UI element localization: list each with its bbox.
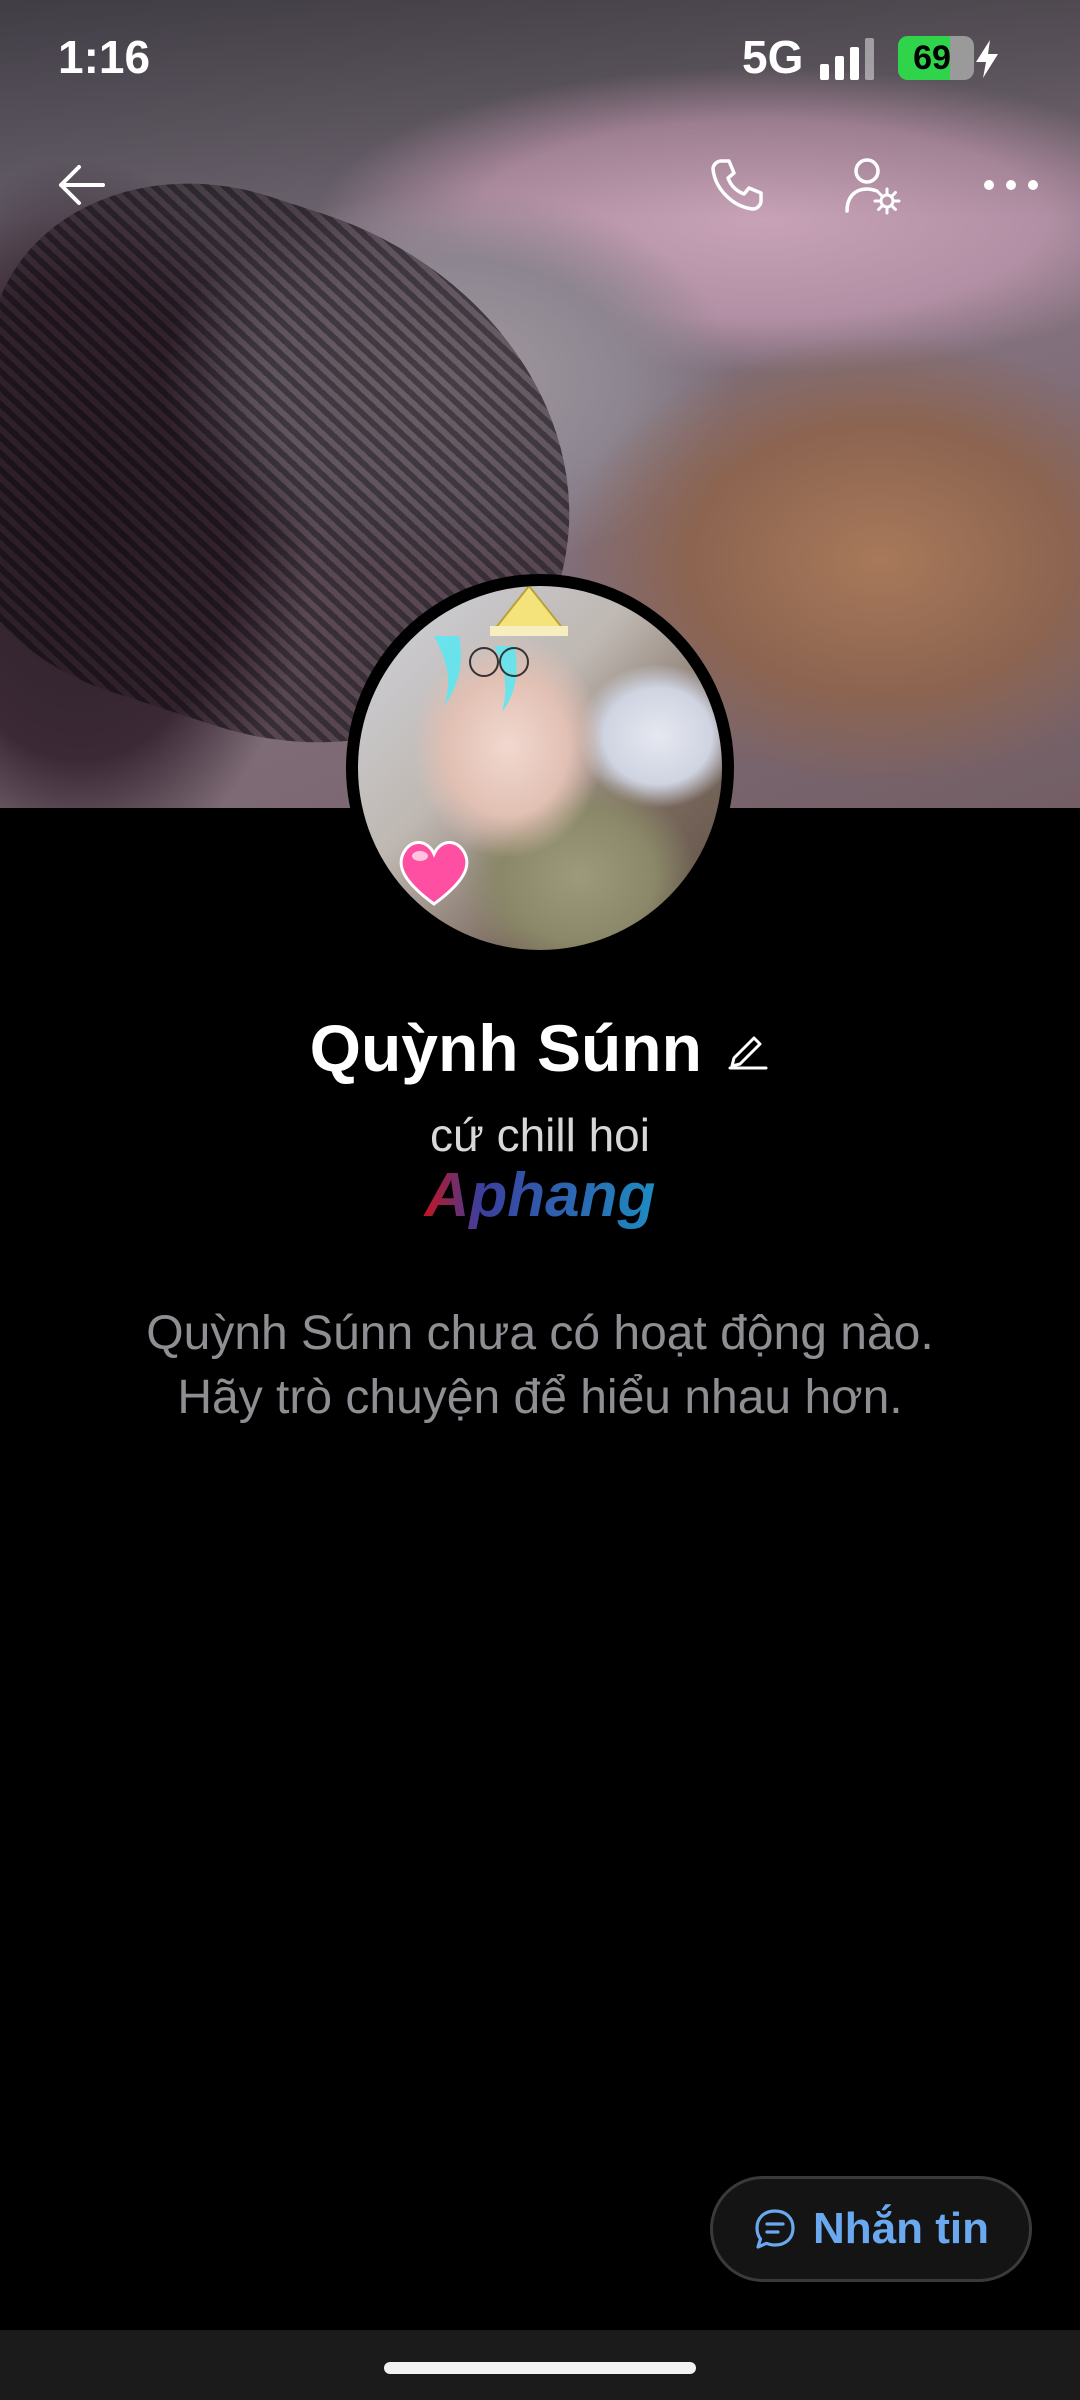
phone-icon [711, 159, 763, 211]
profile-top-bar [0, 140, 1080, 240]
empty-message-line-2: Hãy trò chuyện để hiểu nhau hơn. [177, 1371, 903, 1424]
profile-avatar[interactable] [346, 574, 734, 962]
arrow-left-icon [59, 165, 105, 205]
edit-pencil-icon[interactable] [726, 1026, 770, 1070]
system-navigation-bar [0, 2330, 1080, 2400]
profile-name-row: Quỳnh Súnn [0, 1010, 1080, 1090]
send-message-button[interactable]: Nhắn tin [710, 2176, 1032, 2282]
profile-settings-button[interactable] [828, 140, 918, 230]
user-gear-icon [845, 158, 901, 215]
charging-bolt-icon [976, 40, 998, 78]
more-dots-icon [984, 180, 1038, 190]
status-time: 1:16 [58, 31, 151, 83]
home-indicator[interactable] [384, 2362, 696, 2374]
watermark-logo: Aphang [423, 1161, 656, 1230]
avatar-photo [358, 586, 722, 950]
heart-sticker-icon [399, 841, 469, 906]
back-button[interactable] [36, 140, 126, 230]
more-options-button[interactable] [966, 140, 1056, 230]
empty-activity-message: Quỳnh Súnn chưa có hoạt động nào. Hãy tr… [0, 1302, 1080, 1430]
battery-percent: 69 [913, 39, 951, 77]
signal-strength-icon [820, 38, 878, 80]
battery-icon: 69 [898, 36, 974, 80]
profile-name: Quỳnh Súnn [309, 1011, 702, 1085]
chat-bubble-icon [755, 2209, 795, 2249]
network-type: 5G [742, 31, 804, 83]
watermark-text: Aphang [423, 1161, 656, 1230]
empty-message-line-1: Quỳnh Súnn chưa có hoạt động nào. [146, 1307, 934, 1360]
profile-status: cứ chill hoi [430, 1109, 650, 1161]
send-message-label: Nhắn tin [813, 2204, 989, 2253]
status-bar: 1:16 5G 69 [0, 0, 1080, 120]
hat-sticker-icon [490, 586, 568, 636]
call-button[interactable] [692, 140, 782, 230]
